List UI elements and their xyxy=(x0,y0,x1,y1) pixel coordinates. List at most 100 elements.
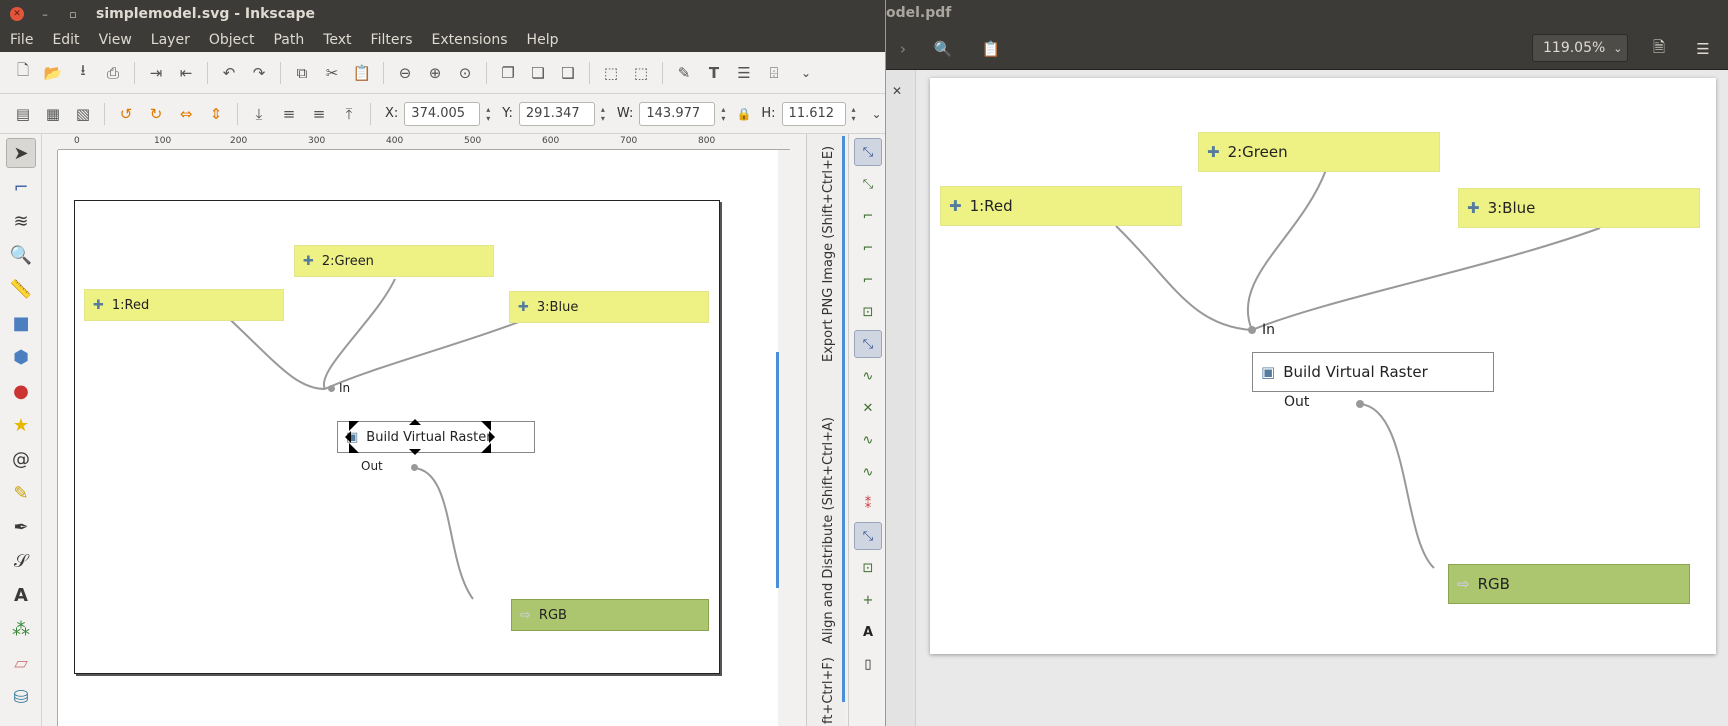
group-icon[interactable]: ⬚ xyxy=(600,62,622,84)
eraser-tool-icon[interactable]: ▱ xyxy=(6,648,36,678)
copy-icon[interactable]: ⧉ xyxy=(291,62,313,84)
measure-tool-icon[interactable]: 📏 xyxy=(6,274,36,304)
output-node-rgb[interactable]: ⇨ RGB xyxy=(511,599,709,631)
snap-bbox-icon[interactable]: ⤡ xyxy=(854,170,882,198)
zoom-select[interactable]: 119.05% ⌄ xyxy=(1532,34,1628,62)
undo-icon[interactable]: ↶ xyxy=(218,62,240,84)
menu-object[interactable]: Object xyxy=(199,32,264,48)
resize-handle[interactable] xyxy=(349,421,359,431)
resize-handle[interactable] xyxy=(409,419,421,425)
chevron-down-icon[interactable]: ⌄ xyxy=(872,107,882,121)
fill-stroke-icon[interactable]: ✎ xyxy=(673,62,695,84)
maximize-window-button[interactable]: ▫ xyxy=(66,7,80,21)
layers-icon[interactable]: ☰ xyxy=(733,62,755,84)
input-node-red[interactable]: ✚ 1:Red xyxy=(84,289,284,321)
x-spinner-icon[interactable]: ▴ ▾ xyxy=(482,102,494,126)
menu-path[interactable]: Path xyxy=(263,32,313,48)
lower-bottom-icon[interactable]: ⤓ xyxy=(248,103,270,125)
menu-edit[interactable]: Edit xyxy=(42,32,88,48)
pencil-tool-icon[interactable]: ✎ xyxy=(6,478,36,508)
print-icon[interactable]: ⎙ xyxy=(102,62,124,84)
chevron-right-icon[interactable]: › xyxy=(892,38,914,60)
import-icon[interactable]: ⇥ xyxy=(145,62,167,84)
menu-text[interactable]: Text xyxy=(313,32,360,48)
snap-midpoint-icon[interactable]: ⁑ xyxy=(854,490,882,518)
dock-scrollbar[interactable] xyxy=(842,136,845,702)
raise-icon[interactable]: ≡ xyxy=(308,103,330,125)
snap-others-icon[interactable]: ⤡ xyxy=(854,522,882,550)
export-icon[interactable]: ⇤ xyxy=(175,62,197,84)
selection-handles[interactable] xyxy=(345,417,505,457)
resize-handle[interactable] xyxy=(409,449,421,455)
y-spinner-icon[interactable]: ▴ ▾ xyxy=(597,102,609,126)
zoom-selection-icon[interactable]: ⊖ xyxy=(394,62,416,84)
minimize-window-button[interactable]: – xyxy=(38,7,52,21)
search-icon[interactable]: 🔍 xyxy=(932,38,954,60)
paint-bucket-tool-icon[interactable]: ⛁ xyxy=(6,682,36,712)
unlink-clone-icon[interactable]: ❑ xyxy=(557,62,579,84)
pen-tool-icon[interactable]: ✒ xyxy=(6,512,36,542)
node-tool-icon[interactable]: ⌐ xyxy=(6,172,36,202)
spray-tool-icon[interactable]: ⁂ xyxy=(6,614,36,644)
ellipse-tool-icon[interactable]: ● xyxy=(6,376,36,406)
snap-rotation-center-icon[interactable]: + xyxy=(854,586,882,614)
close-sidebar-icon[interactable]: ✕ xyxy=(892,84,902,98)
input-node-green[interactable]: ✚ 2:Green xyxy=(294,245,494,277)
w-spinner-icon[interactable]: ▴ ▾ xyxy=(717,102,729,126)
snap-page-icon[interactable]: ▯ xyxy=(854,650,882,678)
resize-handle[interactable] xyxy=(489,431,495,443)
x-input[interactable]: 374.005 xyxy=(404,101,481,126)
resize-handle[interactable] xyxy=(345,431,351,443)
fill-stroke-tab[interactable]: ft+Ctrl+F) xyxy=(821,657,836,724)
zoom-page-icon[interactable]: ⊙ xyxy=(454,62,476,84)
resize-handle[interactable] xyxy=(349,443,359,453)
tweak-tool-icon[interactable]: ≋ xyxy=(6,206,36,236)
deselect-icon[interactable]: ▧ xyxy=(72,103,94,125)
zoom-drawing-icon[interactable]: ⊕ xyxy=(424,62,446,84)
snap-bbox-center-icon[interactable]: ⊡ xyxy=(854,298,882,326)
3d-box-tool-icon[interactable]: ⬢ xyxy=(6,342,36,372)
w-input[interactable]: 143.977 xyxy=(639,101,716,126)
raise-top-icon[interactable]: ⤒ xyxy=(338,103,360,125)
select-all-layers-icon[interactable]: ▦ xyxy=(42,103,64,125)
ungroup-icon[interactable]: ⬚ xyxy=(630,62,652,84)
text-font-icon[interactable]: T xyxy=(703,62,725,84)
clipboard-icon[interactable]: 📋 xyxy=(980,38,1002,60)
resize-handle[interactable] xyxy=(481,421,491,431)
snap-enable-icon[interactable]: ⤡ xyxy=(854,138,882,166)
align-distribute-tab[interactable]: Align and Distribute (Shift+Ctrl+A) xyxy=(821,417,836,644)
drawing-canvas[interactable]: ✚ 1:Red ✚ 2:Green ✚ 3:Blue In ▣ Build Vi… xyxy=(58,150,778,726)
zoom-tool-icon[interactable]: 🔍 xyxy=(6,240,36,270)
lower-icon[interactable]: ≡ xyxy=(278,103,300,125)
select-all-icon[interactable]: ▤ xyxy=(12,103,34,125)
menu-help[interactable]: Help xyxy=(517,32,568,48)
calligraphy-tool-icon[interactable]: 𝒮 xyxy=(6,546,36,576)
snap-intersection-icon[interactable]: ✕ xyxy=(854,394,882,422)
close-window-button[interactable]: ✕ xyxy=(10,7,24,21)
spiral-tool-icon[interactable]: @ xyxy=(6,444,36,474)
rotate-ccw-icon[interactable]: ↺ xyxy=(115,103,137,125)
text-tool-icon[interactable]: A xyxy=(6,580,36,610)
snap-nodes-icon[interactable]: ⤡ xyxy=(854,330,882,358)
menu-file[interactable]: File xyxy=(0,32,42,48)
menu-extensions[interactable]: Extensions xyxy=(422,32,517,48)
snap-center-icon[interactable]: ⊡ xyxy=(854,554,882,582)
rectangle-tool-icon[interactable]: ■ xyxy=(6,308,36,338)
flip-vertical-icon[interactable]: ⇕ xyxy=(205,103,227,125)
chevron-down-icon[interactable]: ⌄ xyxy=(801,66,811,80)
hamburger-menu-icon[interactable]: ☰ xyxy=(1692,38,1714,60)
snap-text-baseline-icon[interactable]: A xyxy=(854,618,882,646)
snap-cusp-icon[interactable]: ∿ xyxy=(854,426,882,454)
input-node-blue[interactable]: ✚ 3:Blue xyxy=(509,291,709,323)
document-properties-icon[interactable]: 🗎 xyxy=(1648,38,1670,60)
lock-ratio-icon[interactable]: 🔒 xyxy=(733,103,755,125)
snap-bbox-edge-icon[interactable]: ⌐ xyxy=(854,202,882,230)
y-input[interactable]: 291.347 xyxy=(518,101,595,126)
canvas-scrollbar[interactable] xyxy=(776,352,779,588)
resize-handle[interactable] xyxy=(481,443,491,453)
save-document-icon[interactable]: ⭳ xyxy=(72,61,94,84)
paste-icon[interactable]: 📋 xyxy=(351,62,373,84)
clone-icon[interactable]: ❏ xyxy=(527,62,549,84)
h-spinner-icon[interactable]: ▴ ▾ xyxy=(848,102,860,126)
snap-path-icon[interactable]: ∿ xyxy=(854,362,882,390)
